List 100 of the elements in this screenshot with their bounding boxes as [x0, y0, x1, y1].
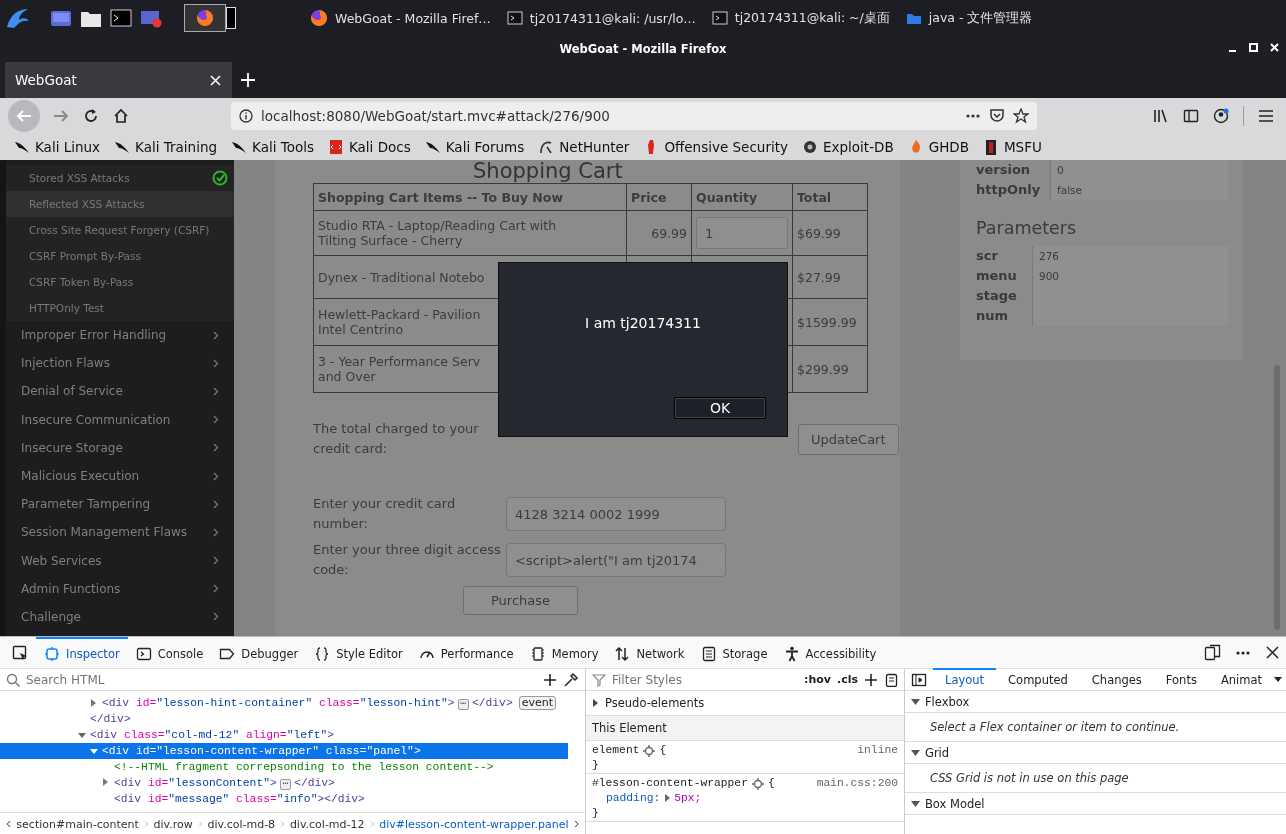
bookmark-link[interactable]: Kali Docs	[327, 139, 411, 155]
taskbar-window-button[interactable]: java - 文件管理器	[899, 0, 1039, 36]
chevron-left-icon[interactable]	[6, 818, 12, 830]
plus-icon[interactable]	[543, 672, 557, 687]
category-link[interactable]: Malicious Execution	[6, 461, 234, 491]
account-icon[interactable]	[1213, 108, 1229, 124]
update-cart-button[interactable]: UpdateCart	[798, 423, 899, 455]
plus-icon[interactable]	[864, 672, 878, 687]
forward-arrow-icon[interactable]	[53, 108, 69, 124]
bookmark-link[interactable]: Exploit-DB	[802, 139, 894, 155]
breadcrumb[interactable]: div.col-md-8	[207, 817, 276, 831]
devtools-tab[interactable]: Debugger	[211, 637, 307, 668]
devtools-tab[interactable]: Accessibility	[775, 637, 885, 668]
input-field[interactable]: 4128 3214 0002 1999	[506, 497, 726, 531]
breadcrumb[interactable]: section#main-content	[16, 817, 139, 831]
gear-icon[interactable]	[751, 777, 764, 790]
category-link[interactable]: Improper Error Handling	[6, 321, 234, 350]
new-tab-icon[interactable]	[240, 72, 256, 88]
markup-line[interactable]: <div id="lessonContent"> ⋯ </div>	[0, 775, 568, 791]
element-picker-icon[interactable]	[12, 644, 28, 661]
info-icon[interactable]	[239, 109, 253, 123]
markup-line[interactable]: <!--HTML fragment correpsonding to the lesson content-->	[0, 759, 568, 775]
rule-source-link[interactable]: inline	[857, 743, 898, 758]
toggle-link[interactable]: .cls	[836, 673, 858, 686]
bookmark-link[interactable]: MSFU	[982, 139, 1042, 155]
breadcrumb[interactable]: div.row	[153, 817, 193, 831]
bookmark-link[interactable]: Offensive Security	[643, 139, 788, 155]
devtools-tab[interactable]: Storage	[692, 637, 776, 668]
close-icon[interactable]	[1265, 645, 1280, 660]
gear-icon[interactable]	[643, 744, 656, 757]
bookmark-link[interactable]: NetHunter	[538, 139, 630, 155]
section-header[interactable]: Flexbox	[905, 691, 1286, 713]
devtools-tab[interactable]: Console	[127, 637, 212, 668]
lesson-link[interactable]: Stored XSS Attacks	[6, 165, 234, 191]
workspace-thumbnail[interactable]	[184, 4, 226, 32]
category-link[interactable]: Insecure Storage	[6, 433, 234, 462]
sidebar-tab[interactable]: Animat	[1208, 668, 1274, 690]
devtools-tab[interactable]: Inspector	[36, 637, 128, 668]
category-link[interactable]: Parameter Tampering	[6, 490, 234, 519]
collapsed-triangle-icon	[592, 698, 599, 708]
toggle-link[interactable]: :hov	[804, 673, 831, 686]
devtools-tab[interactable]: Memory	[521, 637, 607, 668]
window-icon[interactable]	[140, 8, 162, 28]
shield-icon[interactable]	[989, 108, 1005, 124]
eyedropper-icon[interactable]	[563, 671, 579, 688]
section-header[interactable]: Grid	[905, 742, 1286, 764]
star-icon[interactable]	[1013, 108, 1029, 124]
lesson-link[interactable]: CSRF Prompt By-Pass	[6, 243, 234, 269]
menu-icon[interactable]	[1258, 108, 1274, 124]
bookmark-link[interactable]: GHDB	[907, 139, 969, 155]
window-icon[interactable]	[50, 8, 72, 28]
category-link[interactable]: Challenge	[6, 602, 234, 632]
sidebar-tab[interactable]: Layout	[933, 668, 997, 690]
bookmark-link[interactable]: Kali Training	[114, 139, 217, 155]
devtools-tab[interactable]: Style Editor	[306, 637, 411, 668]
document-icon[interactable]	[884, 672, 898, 687]
search-field[interactable]: Search HTML	[26, 669, 537, 690]
devtools-tab[interactable]: Performance	[410, 637, 522, 668]
section-header[interactable]: Box Model	[905, 793, 1286, 815]
category-link[interactable]: Injection Flaws	[6, 349, 234, 378]
input-field[interactable]: <script>alert("I am tj20174	[506, 543, 726, 577]
markup-line[interactable]: <div id="message" class="info"></div>	[0, 791, 568, 807]
breadcrumb[interactable]: div.col-md-12	[289, 817, 365, 831]
category-link[interactable]: Session Management Flaws	[6, 518, 234, 547]
sidebar-tab[interactable]: Computed	[996, 668, 1080, 690]
filter-field[interactable]: Filter Styles	[612, 669, 798, 690]
address-bar[interactable]: localhost:8080/WebGoat/start.mvc#attack/276/900	[231, 102, 1037, 130]
bookmark-link[interactable]: Kali Linux	[14, 139, 101, 155]
maximize-icon[interactable]	[1248, 42, 1259, 53]
category-link[interactable]: Admin Functions	[6, 574, 234, 603]
category-link[interactable]: Denial of Service	[6, 377, 234, 406]
dropdown-arrow-icon[interactable]	[1274, 676, 1282, 683]
category-link[interactable]: Web Services	[6, 546, 234, 575]
bookmark-link[interactable]: Kali Tools	[231, 139, 314, 155]
bookmark-link[interactable]: Kali Forums	[424, 139, 525, 155]
markup-line[interactable]: <div class="col-md-12" align="left">	[0, 727, 568, 743]
chevron-right-icon[interactable]	[573, 818, 579, 830]
home-icon[interactable]	[113, 108, 129, 124]
ok-button[interactable]: OK	[674, 397, 766, 419]
sidebar-toggle-icon[interactable]	[911, 671, 927, 688]
lesson-link[interactable]: HTTPOnly Test	[6, 295, 234, 321]
markup-line[interactable]: <div id="lesson-hint-container" class="lesson-hint"> ⋯ </div> event	[0, 695, 568, 711]
sidebar-tab[interactable]: Changes	[1079, 668, 1154, 690]
responsive-icon[interactable]	[1204, 644, 1221, 661]
browser-tab[interactable]: WebGoat	[5, 62, 232, 98]
taskbar-window-button[interactable]: WebGoat - Mozilla Firef…	[304, 0, 497, 36]
taskbar-window-button[interactable]: tj20174311@kali: ~/桌面	[705, 0, 896, 36]
category-link[interactable]: Insecure Communication	[6, 405, 234, 434]
rule-source-link[interactable]: main.css:200	[816, 776, 898, 791]
breadcrumb[interactable]: div#lesson-content-wrapper.panel	[379, 817, 569, 831]
library-icon[interactable]	[1153, 108, 1169, 124]
markup-line[interactable]: </div>	[0, 711, 568, 727]
devtools-tab[interactable]: Network	[606, 637, 693, 668]
sidebar-tab[interactable]: Fonts	[1153, 668, 1209, 690]
lesson-link[interactable]: CSRF Token By-Pass	[6, 269, 234, 295]
reload-icon[interactable]	[83, 108, 99, 124]
lesson-link[interactable]: Cross Site Request Forgery (CSRF)	[6, 217, 234, 243]
taskbar-window-button[interactable]: tj20174311@kali: /usr/lo…	[500, 0, 702, 36]
sidebar-icon[interactable]	[1183, 108, 1199, 124]
terminal-icon[interactable]	[110, 8, 132, 28]
